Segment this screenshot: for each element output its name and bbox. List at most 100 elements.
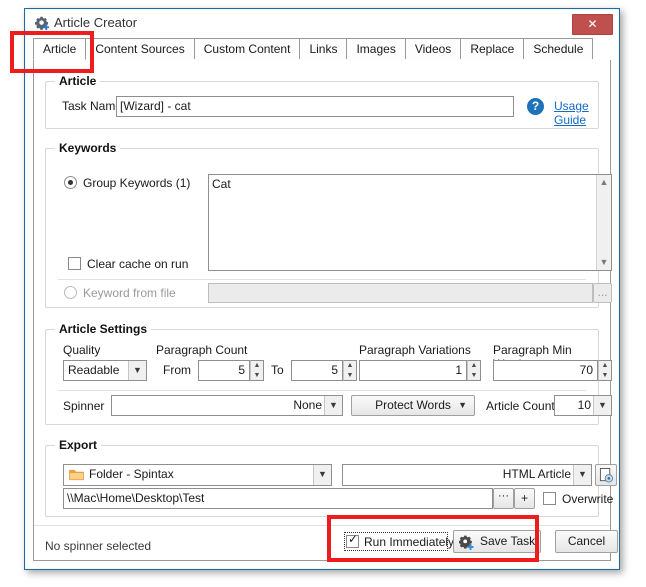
spinner-value: None	[293, 398, 322, 412]
tab-article-label: Article	[43, 42, 77, 56]
run-immediately-label: Run Immediately	[364, 535, 455, 549]
article-count-label: Article Count	[486, 399, 555, 413]
scroll-down-icon[interactable]: ▼	[597, 255, 611, 270]
tab-videos[interactable]: Videos	[404, 38, 462, 59]
tab-links[interactable]: Links	[299, 38, 348, 59]
article-settings-group-title: Article Settings	[55, 322, 152, 336]
paragraph-count-to-stepper[interactable]: ▲ ▼	[343, 360, 357, 381]
spinner-select[interactable]: None ▼	[111, 395, 343, 416]
cancel-button[interactable]: Cancel	[555, 530, 618, 553]
keyword-file-browse-button: ...	[593, 283, 612, 303]
tab-images[interactable]: Images	[346, 38, 406, 59]
export-path-input[interactable]: \\Mac\Home\Desktop\Test	[63, 488, 493, 509]
page-gear-icon	[599, 468, 613, 483]
run-immediately-checkbox[interactable]: ✓	[346, 532, 359, 548]
export-type-select[interactable]: HTML Article ▼	[342, 464, 592, 486]
export-group: Export Folder - Spintax ▼ HTML Article ▼	[45, 438, 617, 517]
tab-replace-label: Replace	[470, 42, 515, 56]
tab-custom-content-label: Custom Content	[203, 42, 291, 56]
paragraph-min-words-input[interactable]: 70	[493, 360, 598, 381]
keywords-group-title: Keywords	[55, 141, 121, 155]
export-format-select[interactable]: Folder - Spintax ▼	[63, 464, 332, 486]
article-settings-divider	[58, 390, 586, 391]
chevron-down-icon[interactable]: ▼	[128, 361, 146, 380]
article-group-title: Article	[55, 74, 101, 88]
overwrite-checkbox[interactable]	[543, 492, 556, 505]
task-name-label: Task Name	[62, 99, 123, 113]
protect-words-label: Protect Words	[375, 398, 451, 412]
article-count-value: 10	[577, 398, 591, 412]
to-label: To	[271, 363, 284, 377]
protect-words-button[interactable]: Protect Words ▼	[351, 395, 475, 416]
usage-guide-link[interactable]: Usage Guide	[554, 99, 598, 127]
keywords-textarea[interactable]: Cat ▲ ▼	[208, 174, 612, 271]
tab-videos-label: Videos	[414, 42, 452, 56]
chevron-down-icon[interactable]: ▼	[593, 396, 611, 415]
title-bar: Article Creator ✕	[27, 11, 617, 37]
keywords-group: Keywords Group Keywords (1) Cat ▲ ▼ Clea…	[45, 141, 612, 308]
tab-custom-content[interactable]: Custom Content	[193, 38, 301, 59]
overwrite-label: Overwrite	[562, 492, 614, 506]
export-path-add-button[interactable]: +	[514, 488, 535, 509]
stepper-down-icon[interactable]: ▼	[344, 371, 356, 381]
check-icon: ✓	[348, 532, 359, 546]
paragraph-count-to-input[interactable]: 5	[291, 360, 343, 381]
paragraph-count-from-stepper[interactable]: ▲ ▼	[250, 360, 264, 381]
keywords-textarea-value: Cat	[212, 177, 231, 191]
stepper-down-icon[interactable]: ▼	[599, 371, 611, 381]
help-icon[interactable]: ?	[527, 98, 544, 115]
tab-strip: Article Content Sources Custom Content L…	[33, 38, 611, 61]
task-name-input[interactable]: [Wizard] - cat	[116, 96, 514, 117]
stepper-up-icon[interactable]: ▲	[599, 361, 611, 371]
keyword-from-file-label: Keyword from file	[83, 286, 176, 300]
chevron-down-icon[interactable]: ▼	[458, 396, 467, 415]
stepper-down-icon[interactable]: ▼	[251, 371, 263, 381]
chevron-down-icon[interactable]: ▼	[573, 465, 591, 485]
window-inner: Article Creator ✕ Article Content Source…	[26, 10, 618, 568]
paragraph-variations-label: Paragraph Variations	[359, 343, 471, 357]
paragraph-variations-input[interactable]: 1	[359, 360, 467, 381]
stepper-up-icon[interactable]: ▲	[468, 361, 480, 371]
footer-divider	[34, 525, 610, 526]
tab-schedule[interactable]: Schedule	[523, 38, 594, 59]
stepper-down-icon[interactable]: ▼	[468, 371, 480, 381]
save-task-label: Save Task	[480, 534, 536, 548]
paragraph-variations-stepper[interactable]: ▲ ▼	[467, 360, 481, 381]
stepper-up-icon[interactable]: ▲	[251, 361, 263, 371]
quality-select[interactable]: Readable ▼	[63, 360, 147, 381]
tab-replace[interactable]: Replace	[460, 38, 525, 59]
radio-dot	[68, 180, 73, 185]
keyword-from-file-radio[interactable]	[64, 286, 77, 299]
close-button[interactable]: ✕	[572, 14, 613, 35]
quality-value: Readable	[68, 363, 120, 377]
export-settings-button[interactable]	[595, 464, 617, 486]
window-title: Article Creator	[54, 15, 138, 30]
article-tab-panel: Article Task Name [Wizard] - cat ? Usage…	[33, 60, 618, 561]
keywords-scrollbar[interactable]: ▲ ▼	[596, 175, 611, 270]
chevron-down-icon[interactable]: ▼	[313, 465, 331, 485]
gear-plus-icon	[35, 16, 50, 31]
clear-cache-label: Clear cache on run	[87, 257, 189, 271]
paragraph-count-label: Paragraph Count	[156, 343, 248, 357]
save-task-button[interactable]: Save Task	[453, 530, 541, 553]
scroll-up-icon[interactable]: ▲	[597, 175, 611, 190]
paragraph-min-words-stepper[interactable]: ▲ ▼	[598, 360, 612, 381]
paragraph-count-from-input[interactable]: 5	[198, 360, 250, 381]
from-label: From	[163, 363, 191, 377]
stepper-up-icon[interactable]: ▲	[344, 361, 356, 371]
clear-cache-checkbox[interactable]	[68, 257, 81, 270]
export-path-browse-button[interactable]: ···	[493, 488, 514, 509]
article-count-select[interactable]: 10 ▼	[554, 395, 612, 416]
folder-icon	[69, 469, 84, 481]
gear-plus-icon	[459, 535, 474, 550]
export-format-value: Folder - Spintax	[89, 467, 174, 481]
group-keywords-radio[interactable]	[64, 176, 77, 189]
tab-images-label: Images	[356, 42, 396, 56]
tab-schedule-label: Schedule	[533, 42, 584, 56]
keyword-file-input	[208, 283, 593, 303]
tab-article[interactable]: Article	[33, 38, 87, 60]
export-type-value: HTML Article	[502, 467, 571, 481]
group-keywords-label: Group Keywords (1)	[83, 176, 191, 190]
tab-content-sources[interactable]: Content Sources	[85, 38, 195, 59]
chevron-down-icon[interactable]: ▼	[324, 396, 342, 415]
